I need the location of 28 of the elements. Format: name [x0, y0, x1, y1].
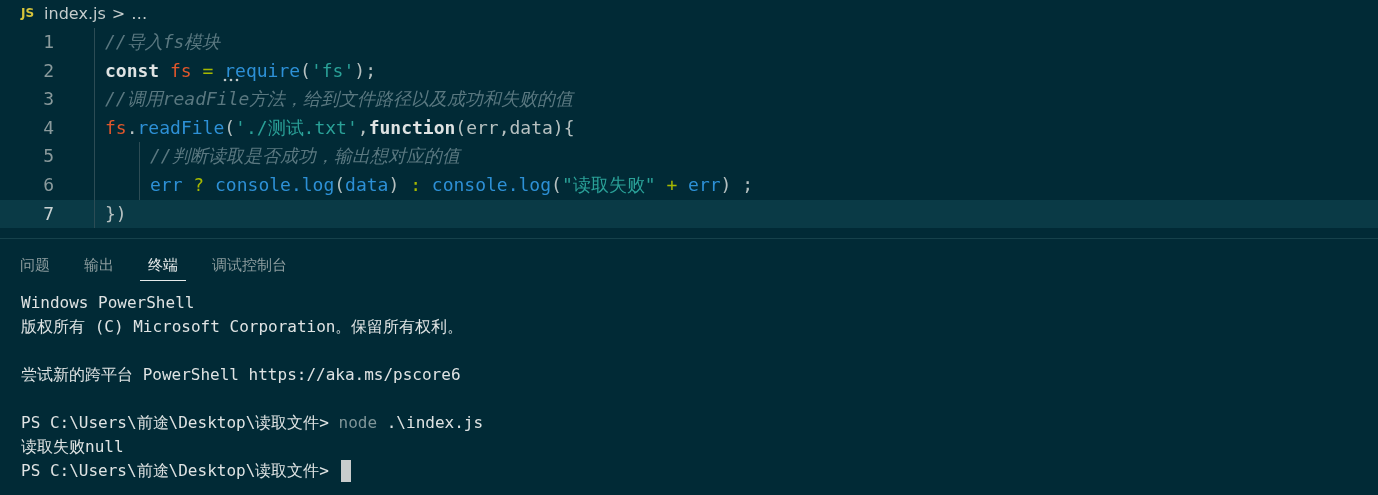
- line-number: 7: [42, 201, 54, 226]
- terminal-line: 读取失败null: [21, 436, 124, 458]
- line-number: 1: [42, 30, 54, 54]
- line-number: 5: [42, 144, 54, 169]
- breadcrumb-file[interactable]: index.js: [44, 3, 106, 23]
- terminal-line: 尝试新的跨平台 PowerShell https://aka.ms/pscore6: [21, 364, 461, 386]
- code-text: //导入fs模块: [105, 30, 221, 54]
- code-text: fs.readFile('./测试.txt',function(err,data){: [105, 115, 575, 140]
- breadcrumb-more[interactable]: …: [131, 3, 148, 23]
- line-number: 4: [42, 115, 54, 140]
- code-text: //判断读取是否成功，输出想对应的值: [150, 144, 460, 169]
- line-number: 6: [42, 172, 54, 197]
- breadcrumb-separator: >: [111, 3, 126, 23]
- line-number: 3: [42, 87, 54, 112]
- code-text: err ? console.log(data) : console.log("读取失败" + err) ;: [150, 172, 754, 197]
- panel-tab[interactable]: 终端: [140, 249, 186, 281]
- terminal-line: PS C:\Users\前途\Desktop\读取文件>: [21, 460, 330, 482]
- code-text: //调用readFile方法，给到文件路径以及成功和失败的值: [105, 87, 574, 112]
- panel-tab[interactable]: 调试控制台: [204, 249, 295, 281]
- terminal-line: Windows PowerShell: [21, 292, 195, 314]
- panel-tab[interactable]: 输出: [76, 249, 122, 281]
- file-type-icon: JS: [21, 6, 35, 20]
- panel-tab[interactable]: 问题: [12, 249, 58, 281]
- terminal-line: PS C:\Users\前途\Desktop\读取文件> node .\index.js: [21, 412, 484, 434]
- line-number: 2: [42, 58, 54, 83]
- code-text: const fs = require('fs');: [105, 58, 376, 84]
- code-text: }): [105, 201, 127, 226]
- terminal-line: 版权所有 (C) Microsoft Corporation。保留所有权利。: [21, 316, 464, 338]
